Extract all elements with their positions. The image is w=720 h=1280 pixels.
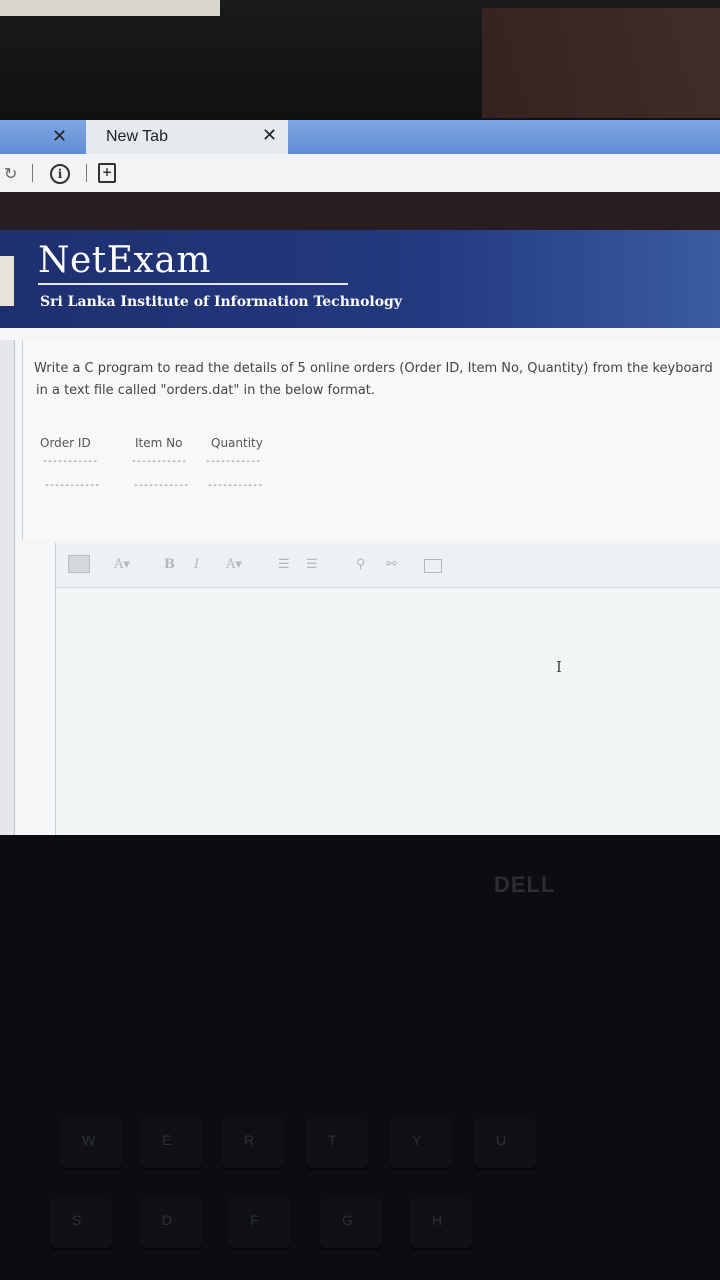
keyboard-key: R bbox=[222, 1118, 284, 1168]
keyboard-key: W bbox=[60, 1118, 122, 1168]
toolbar-divider bbox=[86, 164, 87, 182]
key-label: W bbox=[82, 1132, 96, 1148]
font-color-button[interactable]: A▾ bbox=[226, 557, 242, 572]
answer-text-area[interactable]: I bbox=[56, 588, 720, 835]
column-header-order-id: Order ID bbox=[40, 436, 91, 450]
link-icon[interactable]: ⚲ bbox=[356, 557, 366, 572]
address-toolbar: ↻ i + bbox=[0, 154, 720, 192]
keyboard-key: F bbox=[228, 1198, 290, 1248]
key-label: G bbox=[342, 1212, 353, 1228]
tab-bar: ✕ New Tab ✕ bbox=[0, 120, 720, 154]
keyboard-key: G bbox=[320, 1198, 382, 1248]
answer-editor: A▾ B I A▾ ☰ ☰ ⚲ ⚯ I bbox=[55, 543, 720, 835]
reload-icon[interactable]: ↻ bbox=[4, 164, 17, 183]
exam-content: Write a C program to read the details of… bbox=[0, 328, 720, 835]
image-icon[interactable] bbox=[424, 559, 442, 573]
format-dash: ----------- bbox=[131, 456, 187, 467]
dell-logo: DELL bbox=[494, 872, 556, 897]
bullet-list-icon[interactable]: ☰ bbox=[278, 557, 290, 572]
close-icon[interactable]: ✕ bbox=[262, 125, 277, 146]
format-dash: ----------- bbox=[44, 480, 100, 491]
font-size-button[interactable]: A▾ bbox=[114, 557, 130, 572]
format-icon[interactable] bbox=[68, 555, 90, 573]
key-label: D bbox=[162, 1212, 173, 1228]
institute-name: Sri Lanka Institute of Information Techn… bbox=[40, 294, 402, 310]
logo-icon bbox=[0, 256, 14, 306]
key-label: R bbox=[244, 1132, 255, 1148]
keyboard-key: Y bbox=[390, 1118, 452, 1168]
info-icon[interactable]: i bbox=[50, 164, 70, 184]
toolbar-divider bbox=[32, 164, 33, 182]
question-text-line-1: Write a C program to read the details of… bbox=[34, 361, 713, 376]
unlink-icon[interactable]: ⚯ bbox=[386, 557, 397, 572]
editor-toolbar: A▾ B I A▾ ☰ ☰ ⚲ ⚯ bbox=[56, 543, 720, 588]
left-panel-edge bbox=[0, 340, 15, 835]
format-dash: ----------- bbox=[205, 456, 261, 467]
close-icon[interactable]: ✕ bbox=[52, 126, 70, 148]
keyboard-key: D bbox=[140, 1198, 202, 1248]
format-dash: ----------- bbox=[42, 456, 98, 467]
key-label: Y bbox=[412, 1132, 422, 1148]
keyboard-key: S bbox=[50, 1198, 112, 1248]
keyboard-key: U bbox=[474, 1118, 536, 1168]
key-label: H bbox=[432, 1212, 443, 1228]
format-dash: ----------- bbox=[133, 480, 189, 491]
keyboard-key: T bbox=[306, 1118, 368, 1168]
key-label: F bbox=[250, 1212, 259, 1228]
key-label: E bbox=[162, 1132, 172, 1148]
key-label: S bbox=[72, 1212, 82, 1228]
column-header-quantity: Quantity bbox=[211, 436, 263, 450]
title-divider bbox=[38, 283, 348, 285]
bold-button[interactable]: B bbox=[164, 557, 175, 572]
keyboard-key: E bbox=[140, 1118, 202, 1168]
tab-title: New Tab bbox=[106, 128, 168, 145]
italic-button[interactable]: I bbox=[194, 557, 199, 572]
format-dash: ----------- bbox=[207, 480, 263, 491]
key-label: T bbox=[328, 1132, 337, 1148]
key-label: U bbox=[496, 1132, 507, 1148]
netexam-header: NetExam Sri Lanka Institute of Informati… bbox=[0, 230, 720, 328]
new-page-icon[interactable]: + bbox=[98, 163, 116, 183]
photo-object bbox=[482, 8, 720, 118]
question-text-line-2: in a text file called "orders.dat" in th… bbox=[36, 383, 376, 398]
page-title: NetExam bbox=[38, 240, 211, 281]
browser-content-top bbox=[0, 192, 720, 230]
keyboard-key: H bbox=[410, 1198, 472, 1248]
laptop-screen: ✕ New Tab ✕ ↻ i + NetExam Sri Lanka Inst… bbox=[0, 120, 720, 835]
tab-new-tab[interactable]: New Tab ✕ bbox=[86, 120, 288, 154]
photo-paper-edge bbox=[0, 0, 220, 16]
column-header-item-no: Item No bbox=[135, 436, 183, 450]
numbered-list-icon[interactable]: ☰ bbox=[306, 557, 318, 572]
text-cursor-icon: I bbox=[556, 658, 562, 676]
